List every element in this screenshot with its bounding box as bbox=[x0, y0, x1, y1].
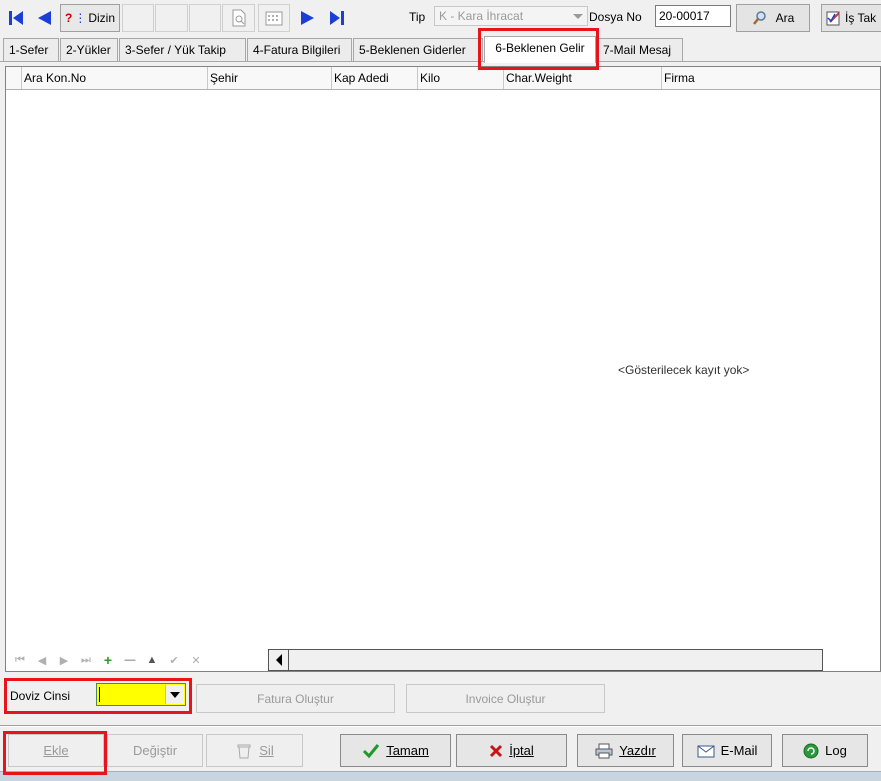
yazdir-label: Yazdır bbox=[619, 743, 656, 758]
grid-header: Ara Kon.No Şehir Kap Adedi Kilo Char.Wei… bbox=[6, 67, 880, 90]
toolbar-blank-button-3[interactable] bbox=[189, 4, 221, 32]
next-record-icon[interactable] bbox=[296, 4, 320, 32]
tab-bar: 1-Sefer 2-Yükler 3-Sefer / Yük Takip 4-F… bbox=[0, 36, 881, 63]
calendar-icon[interactable] bbox=[258, 4, 290, 32]
trash-icon bbox=[237, 744, 251, 758]
refresh-globe-icon bbox=[803, 743, 819, 758]
dosya-no-input[interactable]: 20-00017 bbox=[655, 5, 731, 27]
sil-button[interactable]: Sil bbox=[206, 734, 303, 767]
email-button[interactable]: E-Mail bbox=[682, 734, 772, 767]
task-edit-icon bbox=[826, 11, 840, 26]
invoice-olustur-button[interactable]: Invoice Oluştur bbox=[406, 684, 605, 713]
first-row-icon[interactable]: ⏮ bbox=[12, 654, 28, 667]
log-button[interactable]: Log bbox=[782, 734, 868, 767]
column-header-ara-kon-no[interactable]: Ara Kon.No bbox=[22, 67, 208, 89]
scroll-left-icon[interactable] bbox=[269, 650, 289, 670]
column-header-char-weight[interactable]: Char.Weight bbox=[504, 67, 662, 89]
first-record-icon[interactable] bbox=[4, 4, 28, 32]
last-record-icon[interactable] bbox=[325, 4, 349, 32]
column-header-kilo[interactable]: Kilo bbox=[418, 67, 504, 89]
cancel-row-icon[interactable]: ✕ bbox=[188, 654, 204, 667]
data-grid[interactable]: Ara Kon.No Şehir Kap Adedi Kilo Char.Wei… bbox=[5, 66, 881, 672]
row-indicator-header bbox=[6, 67, 22, 89]
ara-button[interactable]: Ara bbox=[736, 4, 810, 32]
ara-label: Ara bbox=[775, 11, 795, 25]
dizin-icon: ? bbox=[64, 11, 73, 25]
search-icon bbox=[752, 11, 766, 25]
checkmark-icon bbox=[363, 743, 380, 758]
chevron-down-icon[interactable] bbox=[165, 685, 184, 704]
sil-label: Sil bbox=[259, 743, 274, 758]
column-header-firma[interactable]: Firma bbox=[662, 67, 880, 89]
toolbar: ? ⋮ Dizin Tip K - Kara İhracat Dosya No 2… bbox=[0, 0, 881, 36]
tab-fatura-bilgileri[interactable]: 4-Fatura Bilgileri bbox=[247, 38, 352, 61]
dizin-button[interactable]: ? ⋮ Dizin bbox=[60, 4, 120, 32]
last-row-icon[interactable]: ⏭ bbox=[78, 654, 94, 667]
tab-beklenen-giderler[interactable]: 5-Beklenen Giderler bbox=[353, 38, 483, 61]
tab-mail-mesaj[interactable]: 7-Mail Mesaj bbox=[597, 38, 683, 61]
column-header-sehir[interactable]: Şehir bbox=[208, 67, 332, 89]
add-row-icon[interactable]: + bbox=[100, 652, 116, 668]
chevron-down-icon bbox=[573, 14, 583, 19]
ekle-button[interactable]: Ekle bbox=[8, 734, 104, 767]
edit-row-icon[interactable]: ▲ bbox=[144, 654, 160, 666]
tip-value: K - Kara İhracat bbox=[439, 9, 524, 23]
toolbar-blank-button-2[interactable] bbox=[155, 4, 188, 32]
close-icon bbox=[490, 744, 503, 757]
log-label: Log bbox=[825, 743, 847, 758]
tamam-button[interactable]: Tamam bbox=[340, 734, 451, 767]
tab-sefer-yuk-takip[interactable]: 3-Sefer / Yük Takip bbox=[119, 38, 246, 61]
print-preview-icon[interactable] bbox=[222, 4, 255, 32]
tab-sefer[interactable]: 1-Sefer bbox=[3, 38, 59, 61]
section-divider bbox=[0, 725, 881, 727]
doviz-cinsi-combobox[interactable] bbox=[96, 683, 186, 706]
empty-grid-message: <Gösterilecek kayıt yok> bbox=[618, 363, 750, 377]
toolbar-blank-button-1[interactable] bbox=[122, 4, 154, 32]
iptal-label: İptal bbox=[509, 743, 534, 758]
tab-yukler[interactable]: 2-Yükler bbox=[60, 38, 118, 61]
email-label: E-Mail bbox=[720, 743, 758, 758]
horizontal-scrollbar[interactable] bbox=[268, 649, 823, 671]
grid-navigator: ⏮ ◀ ▶ ⏭ + — ▲ ✔ ✕ bbox=[6, 649, 266, 671]
iptal-button[interactable]: İptal bbox=[456, 734, 567, 767]
dosya-no-label: Dosya No bbox=[589, 10, 642, 24]
is-takip-label: İş Tak bbox=[845, 11, 877, 25]
fatura-olustur-button[interactable]: Fatura Oluştur bbox=[196, 684, 395, 713]
tip-combobox[interactable]: K - Kara İhracat bbox=[434, 6, 588, 26]
delete-row-icon[interactable]: — bbox=[122, 654, 138, 666]
envelope-icon bbox=[697, 745, 715, 757]
tamam-label: Tamam bbox=[386, 743, 429, 758]
post-row-icon[interactable]: ✔ bbox=[166, 654, 182, 667]
doviz-cinsi-label: Doviz Cinsi bbox=[10, 689, 71, 703]
previous-record-icon[interactable] bbox=[32, 4, 56, 32]
tab-beklenen-gelir[interactable]: 6-Beklenen Gelir bbox=[484, 36, 596, 63]
previous-row-icon[interactable]: ◀ bbox=[34, 654, 50, 667]
next-row-icon[interactable]: ▶ bbox=[56, 654, 72, 667]
ekle-label: Ekle bbox=[43, 743, 69, 758]
yazdir-button[interactable]: Yazdır bbox=[577, 734, 674, 767]
degistir-label: Değiştir bbox=[132, 743, 178, 758]
tip-label: Tip bbox=[409, 10, 426, 24]
column-header-kap-adedi[interactable]: Kap Adedi bbox=[332, 67, 418, 89]
dizin-label: Dizin bbox=[88, 11, 115, 25]
printer-icon bbox=[595, 743, 613, 758]
is-takip-button[interactable]: İş Tak bbox=[821, 4, 881, 32]
status-bar bbox=[0, 771, 881, 781]
text-caret bbox=[99, 687, 100, 702]
degistir-button[interactable]: Değiştir bbox=[107, 734, 203, 767]
